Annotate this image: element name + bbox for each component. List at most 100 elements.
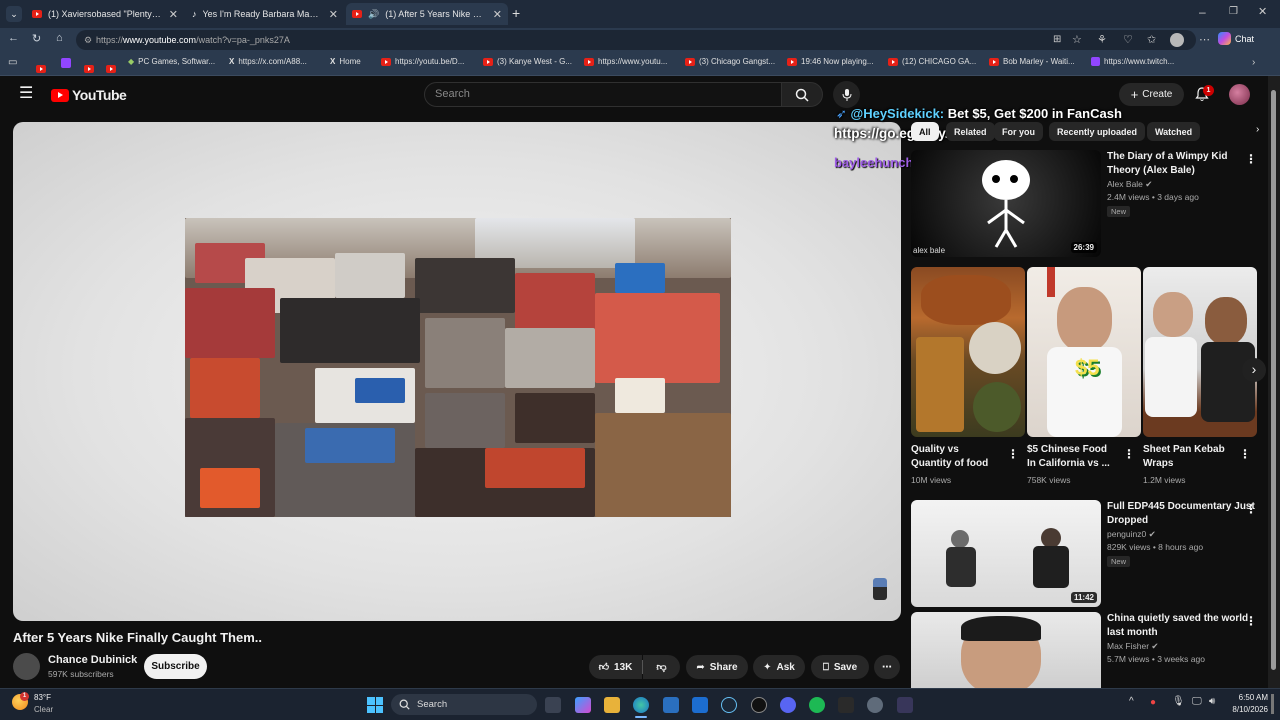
video-title-line[interactable]: Dropped: [1107, 514, 1148, 528]
channel-name[interactable]: Max Fisher ✔: [1107, 640, 1159, 653]
video-title-line[interactable]: Full EDP445 Documentary Just: [1107, 500, 1255, 514]
bookmark-item[interactable]: https://www.youtu...: [584, 57, 667, 66]
browser-essentials-icon[interactable]: ♡: [1123, 33, 1133, 46]
subscribe-button[interactable]: Subscribe: [144, 654, 207, 679]
tab-3-active[interactable]: 🔊 (1) After 5 Years Nike Finally C ✕: [346, 3, 508, 25]
chip-watched[interactable]: Watched: [1147, 122, 1201, 141]
chevron-right-icon[interactable]: ›: [1256, 124, 1259, 135]
dislike-button[interactable]: 👎︎: [643, 655, 680, 679]
bookmark-item[interactable]: X Home: [330, 57, 361, 66]
more-actions-button[interactable]: ⋯: [874, 655, 900, 679]
more-actions-icon[interactable]: ⋮: [1239, 447, 1251, 461]
close-icon[interactable]: ✕: [493, 8, 502, 21]
bookmark-item[interactable]: https://youtu.be/D...: [381, 57, 464, 66]
tray-app-icon[interactable]: ●: [1150, 697, 1156, 708]
short-title-line[interactable]: Quantity of food: [911, 457, 988, 471]
bookmark-item[interactable]: Xhttps://x.com/A88...: [229, 57, 307, 66]
speaker-icon[interactable]: 🔊: [368, 9, 379, 20]
spotify-icon[interactable]: [809, 697, 825, 713]
more-actions-icon[interactable]: ⋮: [1245, 614, 1257, 628]
close-icon[interactable]: ✕: [329, 8, 338, 21]
channel-avatar[interactable]: [13, 653, 40, 680]
more-actions-icon[interactable]: ⋮: [1245, 152, 1257, 166]
chip-for-you[interactable]: For you: [994, 122, 1043, 141]
hamburger-menu-icon[interactable]: ☰: [19, 86, 33, 102]
copilot-chat-button[interactable]: Chat: [1218, 32, 1254, 45]
epic-games-icon[interactable]: [838, 697, 854, 713]
bookmark-item[interactable]: ◆ PC Games, Softwar...: [128, 57, 215, 66]
short-title-line[interactable]: $5 Chinese Food: [1027, 443, 1107, 457]
share-button[interactable]: ➦ Share: [686, 655, 748, 679]
short-thumbnail[interactable]: $5: [1027, 267, 1141, 437]
video-thumbnail[interactable]: [911, 612, 1101, 688]
video-player[interactable]: [13, 122, 901, 621]
video-title-line[interactable]: The Diary of a Wimpy Kid: [1107, 150, 1227, 164]
more-actions-icon[interactable]: ⋮: [1123, 447, 1135, 461]
close-icon[interactable]: ✕: [169, 8, 178, 21]
outlook-icon[interactable]: [692, 697, 708, 713]
shorts-next-button[interactable]: ›: [1242, 358, 1266, 382]
more-actions-icon[interactable]: ⋮: [1007, 447, 1019, 461]
volume-icon[interactable]: 🔊︎: [1209, 696, 1215, 707]
url-field[interactable]: https://www.youtube.com/watch?v=pa-_pnks…: [76, 30, 1196, 50]
discord-icon[interactable]: [780, 697, 796, 713]
search-button[interactable]: [781, 82, 823, 107]
favorites-icon[interactable]: ✩: [1147, 33, 1156, 46]
chip-related[interactable]: Related: [946, 122, 995, 141]
show-desktop-button[interactable]: [1271, 694, 1274, 714]
clock-date[interactable]: 8/10/2026: [1228, 705, 1268, 714]
site-info-icon[interactable]: ⚙: [84, 35, 92, 46]
task-view-icon[interactable]: [545, 697, 561, 713]
more-actions-icon[interactable]: ⋮: [1245, 502, 1257, 516]
bookmark-item[interactable]: 19:46 Now playing...: [787, 57, 874, 66]
tab-list-button[interactable]: ⌄: [6, 6, 22, 22]
refresh-icon[interactable]: ↻: [32, 32, 41, 45]
bookmark-item[interactable]: (3) Kanye West - G...: [483, 57, 572, 66]
voice-search-button[interactable]: [833, 81, 860, 108]
short-thumbnail[interactable]: [911, 267, 1025, 437]
create-button[interactable]: + Create: [1119, 83, 1184, 106]
channel-watermark[interactable]: [873, 578, 887, 600]
video-title-line[interactable]: China quietly saved the world: [1107, 612, 1248, 626]
steam-icon[interactable]: [721, 697, 737, 713]
edge-browser-icon[interactable]: [633, 697, 649, 713]
channel-name[interactable]: Alex Bale ✔: [1107, 178, 1152, 191]
channel-name[interactable]: penguinz0 ✔: [1107, 528, 1156, 541]
extensions-icon[interactable]: ⚘: [1097, 33, 1107, 46]
show-hidden-icons-chevron[interactable]: ^: [1129, 696, 1134, 707]
chip-recently-uploaded[interactable]: Recently uploaded: [1049, 122, 1146, 141]
save-button[interactable]: ⎕ Save: [811, 655, 869, 679]
bookmark-item[interactable]: https://www.twitch...: [1091, 57, 1174, 66]
chevron-right-icon[interactable]: ›: [1252, 57, 1255, 68]
settings-icon[interactable]: [867, 697, 883, 713]
short-title-line[interactable]: In California vs ...: [1027, 457, 1110, 471]
video-title-line[interactable]: last month: [1107, 626, 1158, 640]
app-icon[interactable]: [897, 697, 913, 713]
chip-all[interactable]: All: [911, 122, 939, 141]
microphone-icon[interactable]: 🎙︎: [1172, 696, 1185, 707]
short-title-line[interactable]: Quality vs: [911, 443, 959, 457]
copilot-icon[interactable]: [575, 697, 591, 713]
split-screen-icon[interactable]: ▭: [8, 57, 17, 68]
weather-temp[interactable]: 83°F: [34, 693, 51, 702]
scrollbar-thumb[interactable]: [1271, 90, 1276, 670]
more-menu-icon[interactable]: ⋯: [1199, 33, 1210, 46]
profile-avatar[interactable]: [1170, 33, 1184, 47]
tab-1[interactable]: (1) Xaviersobased "Plenty" - YouTu ✕: [26, 3, 184, 25]
store-icon[interactable]: [663, 697, 679, 713]
home-icon[interactable]: ⌂: [56, 32, 63, 44]
windows-start-icon[interactable]: [367, 697, 383, 713]
file-explorer-icon[interactable]: [604, 697, 620, 713]
channel-name[interactable]: Chance Dubinick: [48, 654, 137, 666]
bookmark-item[interactable]: (12) CHICAGO GA...: [888, 57, 976, 66]
bookmark-item[interactable]: (3) Chicago Gangst...: [685, 57, 775, 66]
close-window-button[interactable]: ✕: [1258, 5, 1267, 18]
account-avatar[interactable]: [1229, 84, 1250, 105]
youtube-logo[interactable]: YouTube: [51, 87, 127, 103]
taskbar-search-box[interactable]: Search: [391, 694, 537, 715]
network-icon[interactable]: 🖵︎: [1192, 696, 1202, 707]
clock-time[interactable]: 6:50 AM: [1238, 693, 1268, 702]
minimize-button[interactable]: –: [1199, 5, 1206, 19]
maximize-button[interactable]: ❐: [1229, 6, 1238, 17]
bookmark-item[interactable]: Bob Marley - Waiti...: [989, 57, 1075, 66]
